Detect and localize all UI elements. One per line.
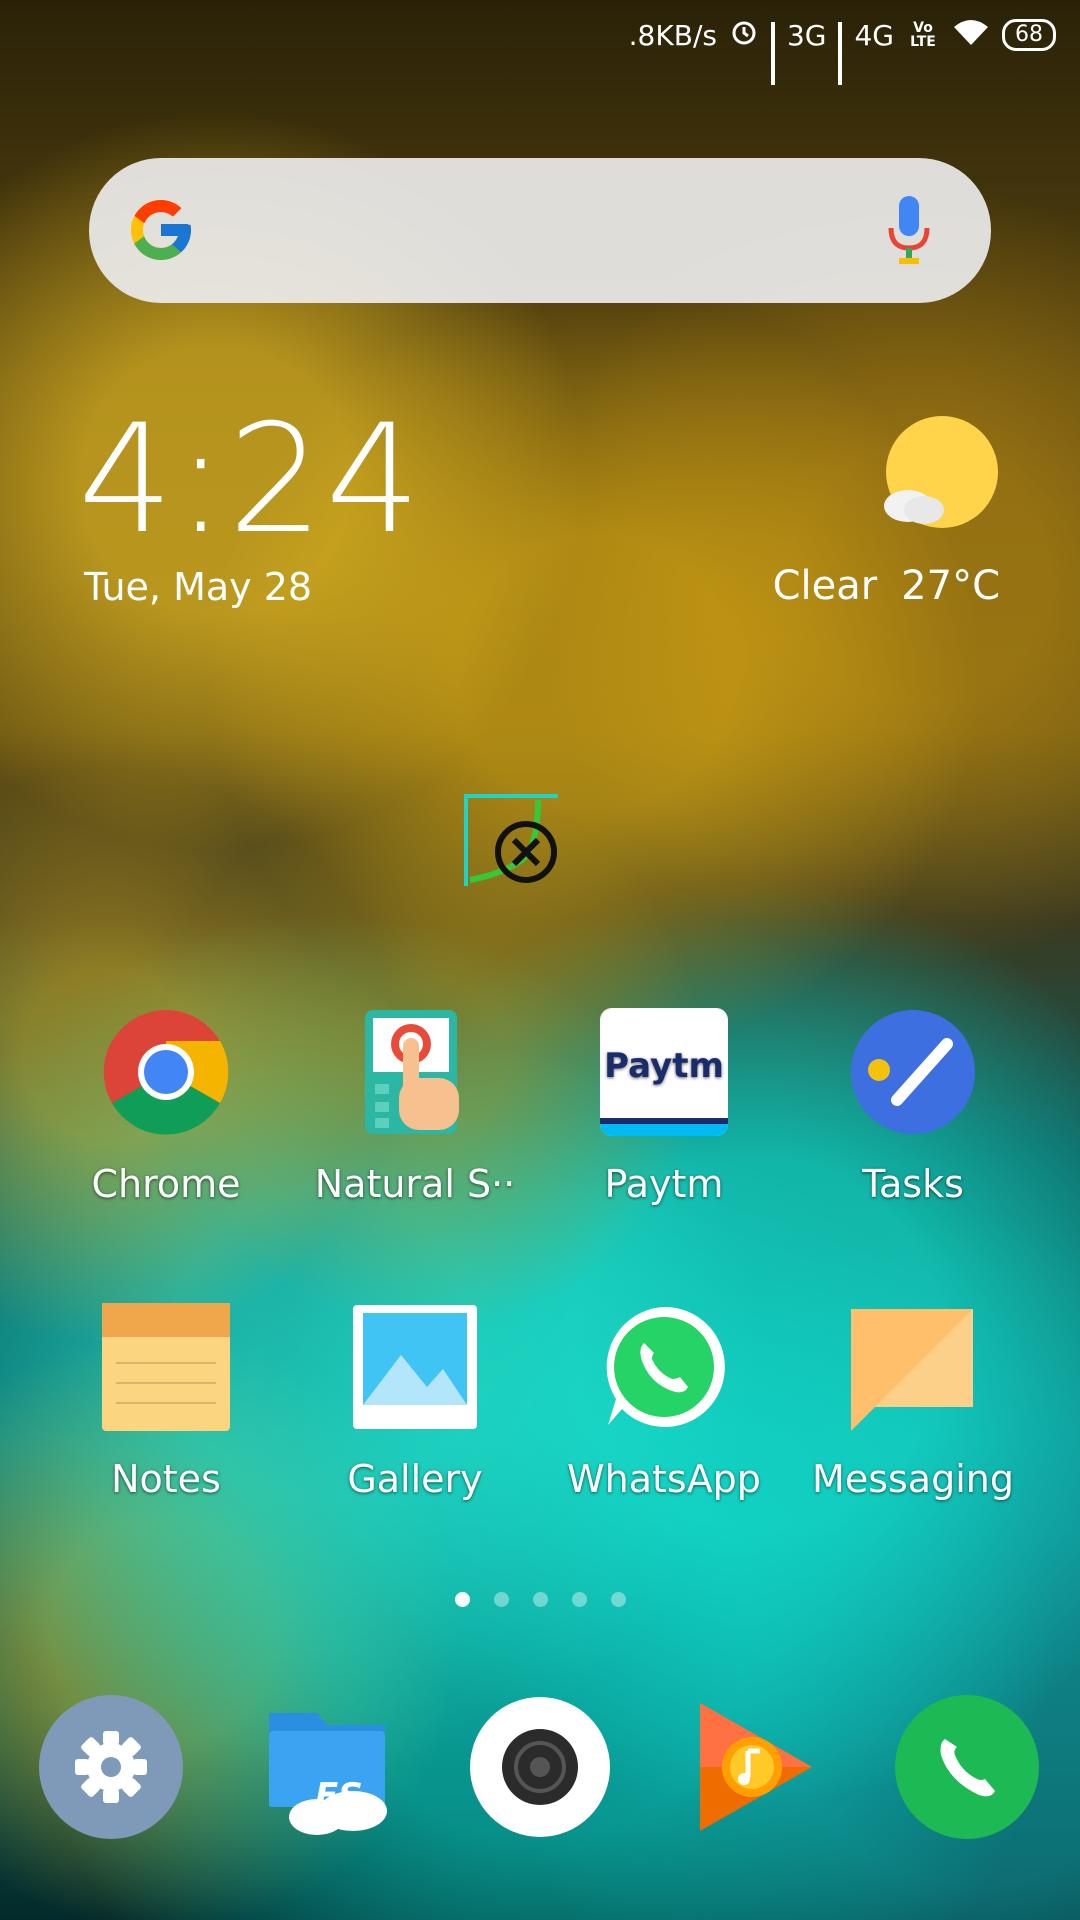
network-type-sim2: 4G	[854, 18, 894, 52]
app-messaging[interactable]: Messaging	[798, 1303, 1028, 1501]
app-notes[interactable]: Notes	[51, 1303, 281, 1501]
google-g-icon	[131, 200, 191, 260]
weather-temperature: 27°C	[901, 563, 1000, 609]
phone-app[interactable]	[895, 1695, 1040, 1840]
battery-indicator: 68	[1002, 19, 1056, 51]
page-dot[interactable]	[454, 1592, 470, 1607]
page-dot[interactable]	[532, 1592, 548, 1607]
messaging-icon	[849, 1303, 977, 1431]
app-tasks[interactable]: Tasks	[798, 1008, 1028, 1206]
signal-icon-sim2	[838, 22, 843, 85]
paytm-icon: Paytm	[600, 1008, 728, 1136]
chrome-icon	[102, 1008, 230, 1136]
page-dot[interactable]	[493, 1592, 509, 1607]
app-natural-s[interactable]: Natural S··	[300, 1008, 530, 1206]
app-label: WhatsApp	[567, 1457, 761, 1501]
app-label: Gallery	[347, 1457, 483, 1501]
es-file-explorer-icon: ES	[269, 1713, 387, 1835]
phone-icon	[895, 1695, 1039, 1839]
es-file-explorer-app[interactable]: ES	[257, 1695, 402, 1840]
app-label: Paytm	[604, 1162, 724, 1206]
svg-text:ES: ES	[315, 1776, 363, 1816]
cleaner-widget-icon[interactable]	[462, 790, 562, 890]
clock-date: Tue, May 28	[84, 565, 313, 609]
notes-icon	[102, 1303, 230, 1431]
app-chrome[interactable]: Chrome	[51, 1008, 281, 1206]
status-bar: .8KB/s 3G 4G Vo LTE 68	[0, 0, 1080, 85]
tasks-icon	[849, 1008, 977, 1136]
volte-icon: Vo LTE	[910, 20, 936, 50]
app-paytm[interactable]: Paytm Paytm	[549, 1008, 779, 1206]
page-dot[interactable]	[610, 1592, 626, 1607]
microphone-icon[interactable]	[887, 196, 931, 266]
camera-app[interactable]	[468, 1695, 613, 1840]
app-whatsapp[interactable]: WhatsApp	[549, 1303, 779, 1501]
play-music-app[interactable]	[684, 1695, 829, 1840]
page-dot[interactable]	[571, 1592, 587, 1607]
settings-app[interactable]	[39, 1695, 184, 1840]
gallery-icon	[351, 1303, 479, 1431]
google-search-bar[interactable]	[89, 158, 991, 303]
network-speed: .8KB/s	[628, 18, 717, 52]
touch-hand-icon	[351, 1008, 479, 1136]
app-label: Messaging	[812, 1457, 1014, 1501]
weather-condition: Clear	[772, 563, 878, 609]
app-label: Tasks	[862, 1162, 964, 1206]
sun-cloud-icon[interactable]	[880, 414, 1000, 534]
home-screen: .8KB/s 3G 4G Vo LTE 68 4:24 Tue, May 28	[0, 0, 1080, 1920]
signal-icon-sim1	[770, 22, 775, 85]
play-music-icon	[700, 1703, 812, 1831]
whatsapp-icon	[600, 1303, 728, 1431]
app-gallery[interactable]: Gallery	[300, 1303, 530, 1501]
app-label: Chrome	[91, 1162, 241, 1206]
app-label: Natural S··	[314, 1162, 516, 1206]
camera-icon	[470, 1697, 610, 1837]
settings-icon	[39, 1695, 183, 1839]
clock-time[interactable]: 4:24	[78, 400, 423, 560]
app-label: Notes	[111, 1457, 221, 1501]
alarm-icon	[729, 17, 759, 54]
wifi-icon	[952, 17, 990, 54]
weather-info[interactable]: Clear 27°C	[773, 563, 1000, 609]
network-type-sim1: 3G	[786, 18, 827, 52]
page-indicator	[0, 1592, 1080, 1607]
